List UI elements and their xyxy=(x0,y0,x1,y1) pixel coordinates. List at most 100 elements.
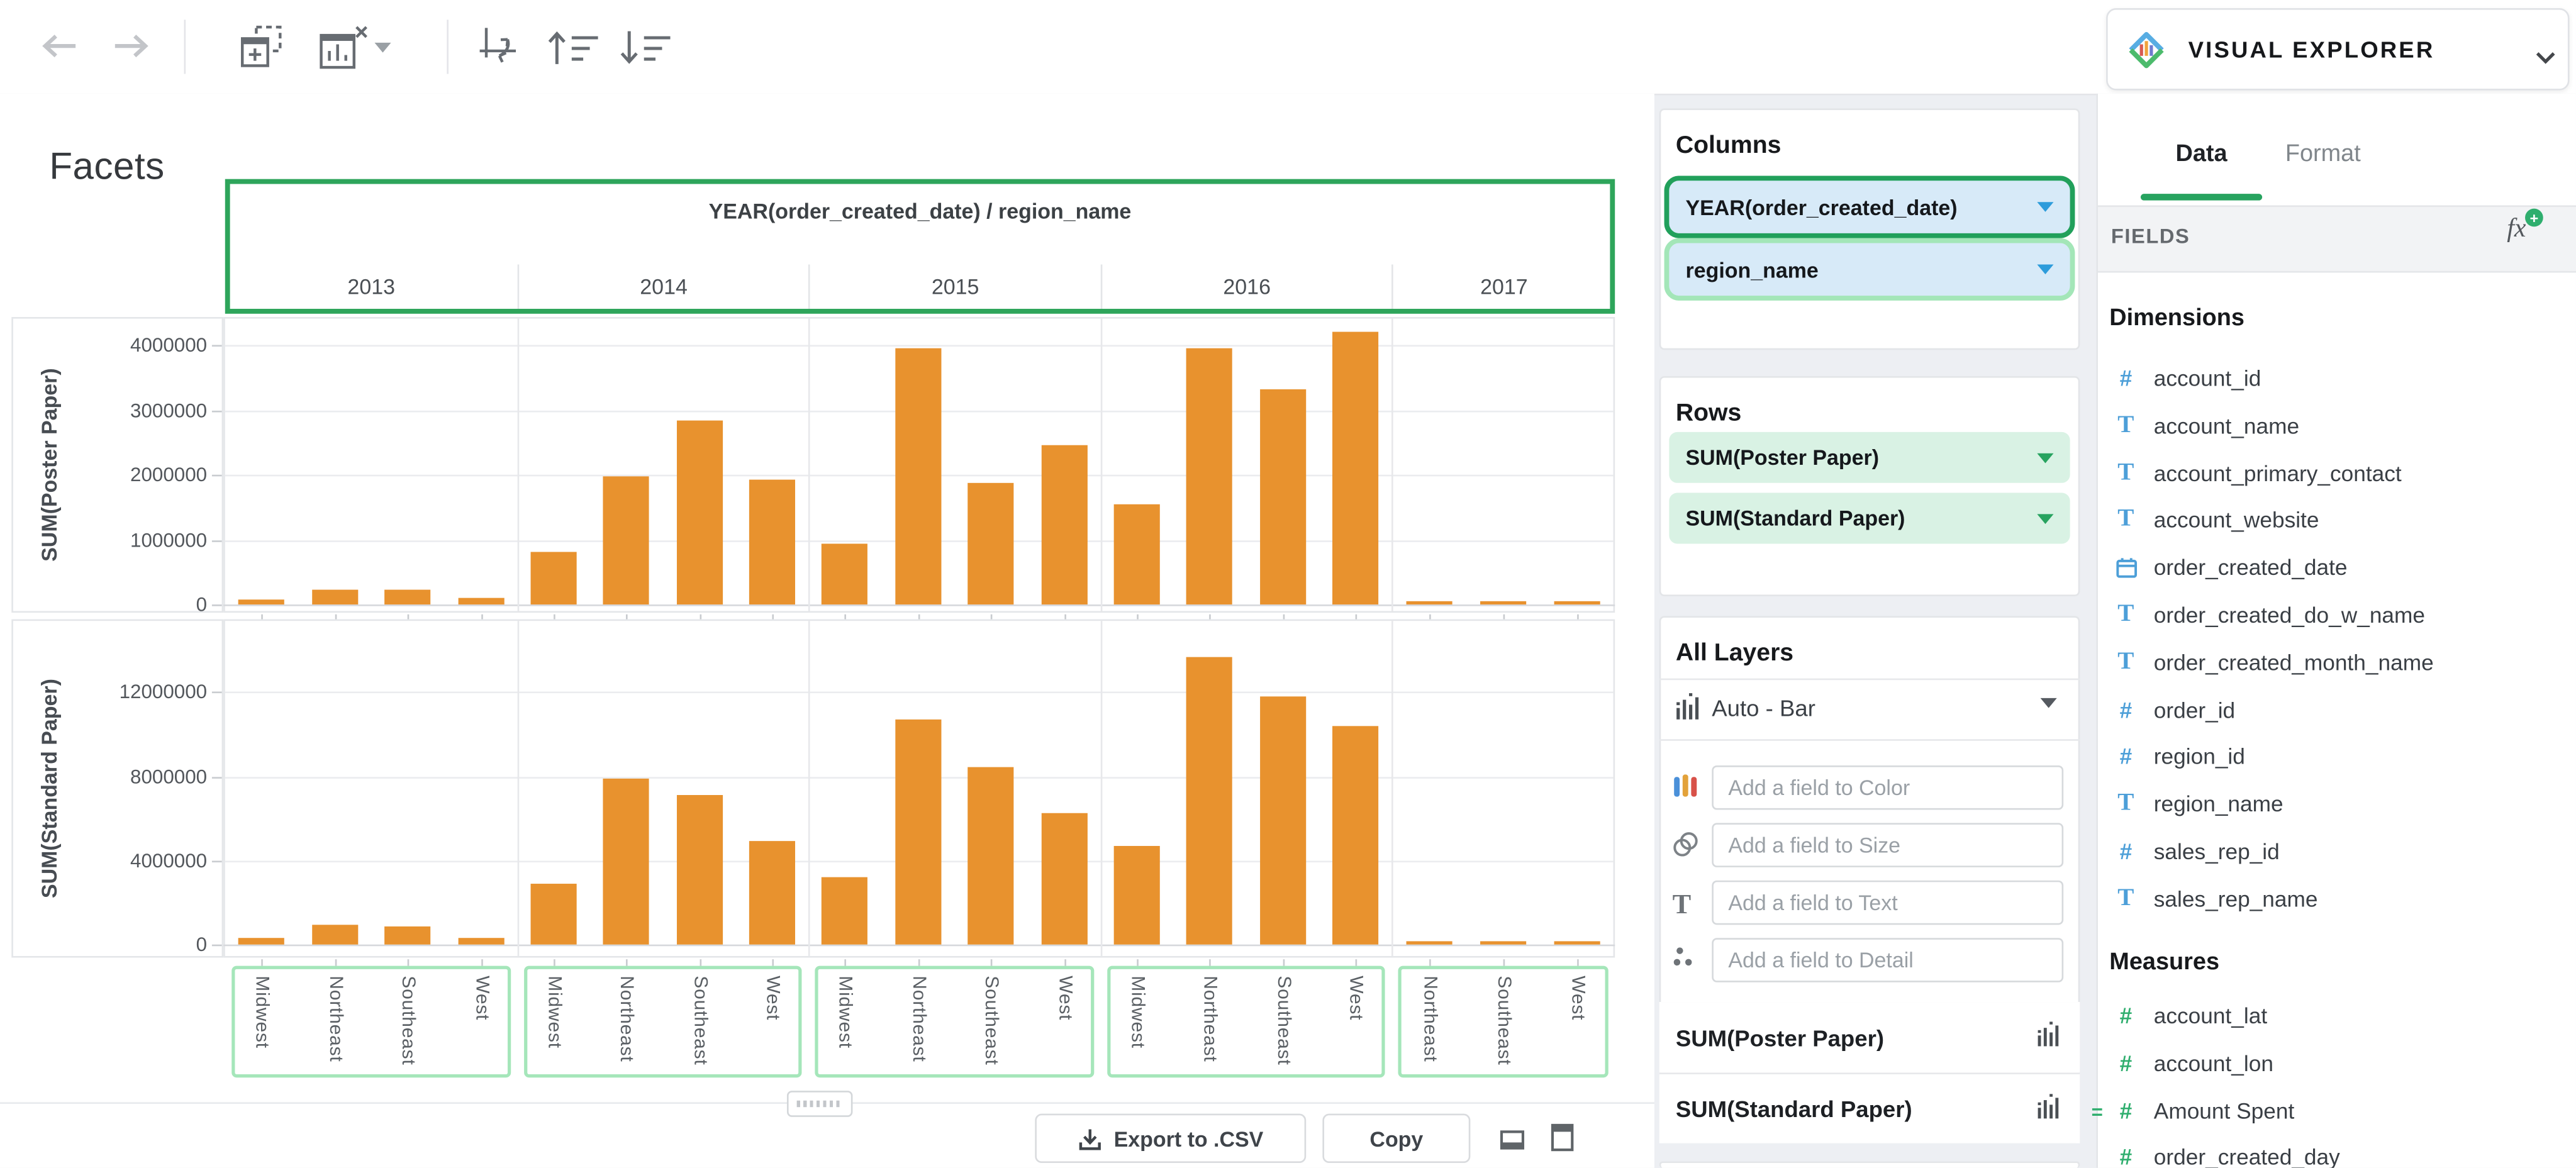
y-axis-label: SUM(Standard Paper) xyxy=(36,679,62,899)
bar[interactable] xyxy=(1554,941,1600,945)
bar[interactable] xyxy=(1260,389,1307,605)
size-drop-field[interactable] xyxy=(1712,823,2064,867)
divider xyxy=(1659,678,2080,681)
bar[interactable] xyxy=(1406,941,1452,945)
bar[interactable] xyxy=(1332,726,1379,945)
bar[interactable] xyxy=(895,719,942,945)
add-calculated-field-icon[interactable]: fx + xyxy=(2507,208,2543,245)
bar[interactable] xyxy=(1480,941,1527,945)
color-drop-field[interactable] xyxy=(1712,765,2064,810)
pill-label: region_name xyxy=(1685,257,1819,282)
x-axis-tick-mark xyxy=(1429,959,1431,966)
region-label-text: West xyxy=(1054,976,1074,1021)
bar[interactable] xyxy=(1406,601,1452,605)
dimension-item[interactable]: Torder_created_month_name xyxy=(2113,641,2433,684)
tab-format[interactable]: Format xyxy=(2265,142,2380,168)
dimension-item[interactable]: Tsales_rep_name xyxy=(2113,877,2317,920)
collapse-panel-icon[interactable] xyxy=(1500,1130,1525,1150)
dimension-item[interactable]: Torder_created_do_w_name xyxy=(2113,593,2425,636)
bar[interactable] xyxy=(1260,696,1307,945)
bar[interactable] xyxy=(1113,504,1160,605)
bar[interactable] xyxy=(530,884,577,945)
pill-caret-icon[interactable] xyxy=(2037,513,2054,523)
x-axis-tick-mark xyxy=(1064,959,1066,966)
bar[interactable] xyxy=(458,598,505,605)
y-axis-tick-mark xyxy=(211,345,222,347)
bar[interactable] xyxy=(967,767,1014,945)
y-axis-tick-mark xyxy=(211,410,222,413)
bar[interactable] xyxy=(458,938,505,945)
columns-pill[interactable]: region_name xyxy=(1664,238,2075,301)
bar[interactable] xyxy=(312,589,359,605)
field-name: account_primary_contact xyxy=(2153,460,2402,486)
bar[interactable] xyxy=(821,877,867,945)
measure-item[interactable]: # order_created_day xyxy=(2113,1135,2340,1168)
facet-separator xyxy=(517,621,520,956)
export-csv-button[interactable]: Export to .CSV xyxy=(1035,1113,1307,1164)
dimension-item[interactable]: order_created_date xyxy=(2113,545,2348,588)
bar[interactable] xyxy=(676,795,723,945)
mark-type-caret-icon[interactable] xyxy=(2040,698,2057,738)
horizontal-scroll-handle[interactable] xyxy=(786,1091,853,1117)
dimension-item[interactable]: # order_id xyxy=(2113,688,2236,731)
rows-pill[interactable]: SUM(Poster Paper) xyxy=(1669,431,2070,483)
bar[interactable] xyxy=(603,778,649,945)
y-axis-tick-label: 8000000 xyxy=(130,765,208,789)
bar[interactable] xyxy=(676,420,723,605)
layer-measure-row[interactable]: SUM(Standard Paper) xyxy=(1659,1072,2080,1143)
bar[interactable] xyxy=(384,926,431,945)
bar[interactable] xyxy=(1480,601,1527,605)
product-switcher[interactable]: VISUAL EXPLORER xyxy=(2106,8,2570,91)
bar[interactable] xyxy=(1041,813,1088,945)
region-label-text: Northeast xyxy=(325,976,345,1062)
layer-measure-row[interactable]: SUM(Poster Paper) xyxy=(1659,1002,2080,1073)
dimension-item[interactable]: # region_id xyxy=(2113,734,2245,777)
dimension-item[interactable]: Tregion_name xyxy=(2113,782,2283,825)
columns-pill[interactable]: YEAR(order_created_date) xyxy=(1664,175,2075,238)
copy-label: Copy xyxy=(1369,1126,1424,1151)
bar[interactable] xyxy=(895,348,942,605)
bar[interactable] xyxy=(967,482,1014,605)
bar[interactable] xyxy=(1041,445,1088,605)
rows-pill[interactable]: SUM(Standard Paper) xyxy=(1669,492,2070,544)
bar[interactable] xyxy=(1186,348,1232,605)
dimension-item[interactable]: # sales_rep_id xyxy=(2113,830,2280,872)
download-icon xyxy=(1078,1126,1102,1150)
bar[interactable] xyxy=(1113,845,1160,945)
dimension-item[interactable]: Taccount_name xyxy=(2113,404,2299,447)
measure-item[interactable]: # account_lat xyxy=(2113,994,2268,1037)
measure-item[interactable]: # account_lon xyxy=(2113,1042,2273,1084)
bar[interactable] xyxy=(384,589,431,605)
bar[interactable] xyxy=(530,552,577,605)
pill-caret-icon[interactable] xyxy=(2037,452,2054,463)
bar[interactable] xyxy=(312,925,359,945)
mark-type-select[interactable]: Auto - Bar xyxy=(1712,695,1815,721)
dimension-item[interactable]: # account_id xyxy=(2113,357,2261,399)
active-tab-underline xyxy=(2140,194,2263,201)
tab-data[interactable]: Data xyxy=(2152,142,2251,168)
bar[interactable] xyxy=(749,841,796,945)
visual-explorer-logo-icon xyxy=(2127,30,2165,68)
x-axis-tick-mark xyxy=(1503,959,1505,966)
text-drop-field[interactable] xyxy=(1712,880,2064,925)
bar[interactable] xyxy=(1186,657,1232,945)
field-name: order_id xyxy=(2153,697,2236,722)
pill-caret-icon[interactable] xyxy=(2037,202,2054,212)
dimension-item[interactable]: Taccount_website xyxy=(2113,498,2319,540)
pill-caret-icon[interactable] xyxy=(2037,264,2054,275)
bar[interactable] xyxy=(238,938,284,945)
bar[interactable] xyxy=(749,479,796,605)
expand-window-icon[interactable] xyxy=(1551,1123,1574,1152)
bar[interactable] xyxy=(603,476,649,605)
layer-measure-label: SUM(Poster Paper) xyxy=(1675,1024,1885,1051)
bar[interactable] xyxy=(1554,601,1600,605)
detail-drop-field[interactable] xyxy=(1712,938,2064,982)
bar[interactable] xyxy=(1332,331,1379,605)
bar[interactable] xyxy=(238,599,284,605)
bar[interactable] xyxy=(821,543,867,605)
copy-button[interactable]: Copy xyxy=(1322,1113,1471,1164)
dimension-item[interactable]: Taccount_primary_contact xyxy=(2113,452,2402,494)
measure-item[interactable]: = # Amount Spent xyxy=(2092,1089,2295,1132)
region-label-text: West xyxy=(1345,976,1366,1021)
columns-shelf-title: Columns xyxy=(1675,131,1781,160)
